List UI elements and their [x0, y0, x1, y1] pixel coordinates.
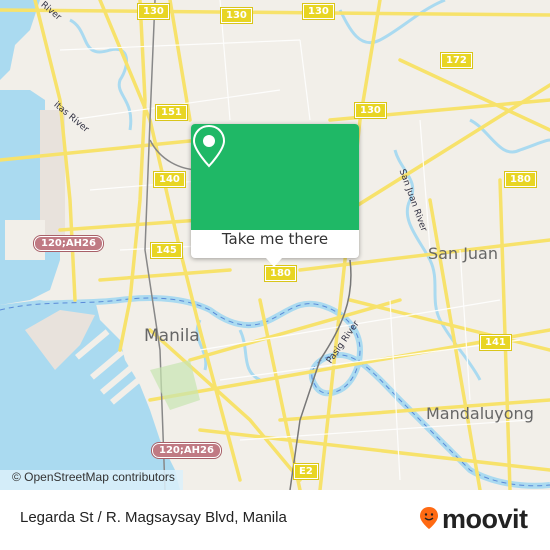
brand-name: moovit [442, 504, 528, 534]
route-shield: 141 [479, 334, 512, 351]
stop-name: Legarda St / R. Magsaysay Blvd, Manila [20, 509, 287, 526]
route-shield: 145 [150, 242, 183, 259]
route-shield: 130 [220, 7, 253, 24]
popup-pointer [266, 258, 282, 267]
city-label-manila: Manila [144, 326, 200, 346]
map-attribution[interactable]: © OpenStreetMap contributors [0, 470, 183, 490]
route-shield: 130 [354, 102, 387, 119]
map[interactable]: 130 130 130 130 172 151 140 145 180 180 … [0, 0, 550, 490]
city-label-mandaluyong: Mandaluyong [426, 404, 534, 423]
city-label-san-juan: San Juan [428, 244, 498, 263]
footer: Legarda St / R. Magsaysay Blvd, Manila m… [0, 490, 550, 550]
route-shield: 172 [440, 52, 473, 69]
route-shield: 130 [302, 3, 335, 20]
highway-shield: 120;AH26 [151, 442, 222, 459]
route-shield: 130 [137, 3, 170, 20]
moovit-face-icon [419, 506, 439, 534]
route-shield: 180 [504, 171, 537, 188]
highway-shield: 120;AH26 [33, 235, 104, 252]
take-me-there-button[interactable]: Take me there [191, 230, 359, 258]
popup-header[interactable] [191, 124, 359, 230]
route-shield: 180 [264, 265, 297, 282]
route-shield: 151 [155, 104, 188, 121]
moovit-logo[interactable]: moovit [419, 504, 528, 535]
route-shield: E2 [293, 463, 319, 480]
route-shield: 140 [153, 171, 186, 188]
destination-popup[interactable]: Take me there [191, 124, 359, 267]
